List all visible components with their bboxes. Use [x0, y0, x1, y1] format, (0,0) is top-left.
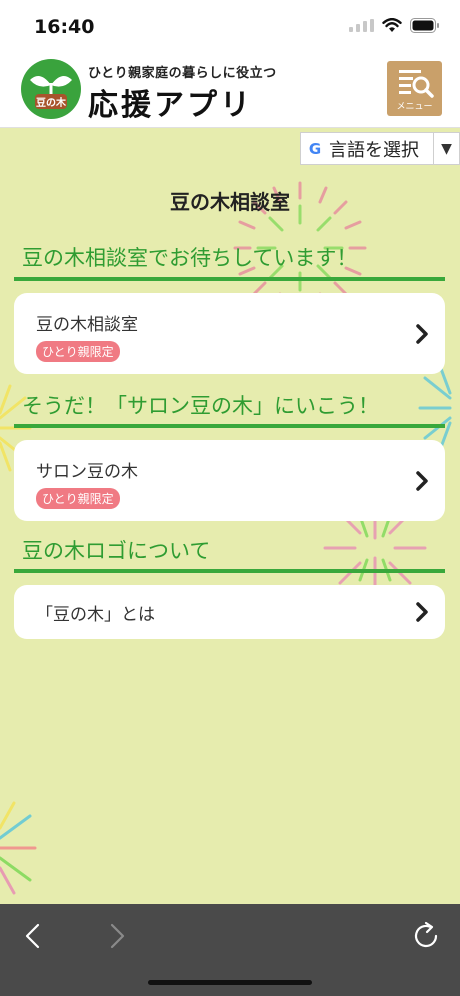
list-item-salon[interactable]: サロン豆の木 ひとり親限定 — [14, 440, 445, 521]
main-content: G 言語を選択 ▼ 豆の木相談室 豆の木相談室でお待ちしています！ 豆の木相談室… — [0, 128, 460, 904]
status-time: 16:40 — [34, 16, 95, 38]
caret-down-icon: ▼ — [433, 133, 459, 164]
section-heading: 豆の木相談室でお待ちしています！ — [22, 246, 358, 270]
google-icon: G — [308, 139, 322, 158]
language-selector-label: 言語を選択 — [329, 139, 419, 161]
status-bar: 16:40 — [0, 0, 460, 52]
app-header: 豆の木 ひとり親家庭の暮らしに役立つ 応援アプリ メニュー — [0, 52, 460, 128]
firework-decoration — [0, 801, 37, 895]
list-item-badge: ひとり親限定 — [36, 488, 120, 509]
list-item-about-logo[interactable]: 「豆の木」とは — [14, 585, 445, 639]
menu-button[interactable]: メニュー — [387, 61, 442, 116]
chevron-right-icon — [416, 602, 428, 622]
home-indicator — [148, 980, 312, 985]
signal-icon — [349, 19, 374, 32]
chevron-right-icon — [416, 324, 428, 344]
back-arrow-icon[interactable] — [16, 918, 52, 954]
app-title: 応援アプリ — [88, 88, 253, 123]
section-divider — [14, 424, 445, 428]
section-divider — [14, 569, 445, 573]
list-item-badge: ひとり親限定 — [36, 341, 120, 362]
list-item-title: 「豆の木」とは — [36, 605, 155, 625]
forward-arrow-icon[interactable] — [98, 918, 134, 954]
header-tagline: ひとり親家庭の暮らしに役立つ — [88, 66, 277, 81]
list-item-title: サロン豆の木 — [36, 462, 138, 482]
mamenoki-logo: 豆の木 — [21, 59, 81, 119]
language-selector[interactable]: G 言語を選択 ▼ — [300, 132, 460, 165]
page-title: 豆の木相談室 — [170, 190, 290, 214]
list-item-title: 豆の木相談室 — [36, 315, 138, 335]
status-icons — [349, 18, 440, 33]
section-divider — [14, 277, 445, 281]
menu-search-icon — [399, 70, 434, 98]
section-heading: そうだ！「サロン豆の木」にいこう！ — [22, 394, 379, 418]
logo-text: 豆の木 — [36, 96, 67, 109]
list-item-soudanshitsu[interactable]: 豆の木相談室 ひとり親限定 — [14, 293, 445, 374]
wifi-icon — [382, 18, 402, 32]
menu-label: メニュー — [396, 102, 433, 112]
battery-icon — [410, 18, 439, 33]
chevron-right-icon — [416, 471, 428, 491]
section-heading: 豆の木ロゴについて — [22, 539, 211, 563]
reload-icon[interactable] — [408, 918, 444, 954]
